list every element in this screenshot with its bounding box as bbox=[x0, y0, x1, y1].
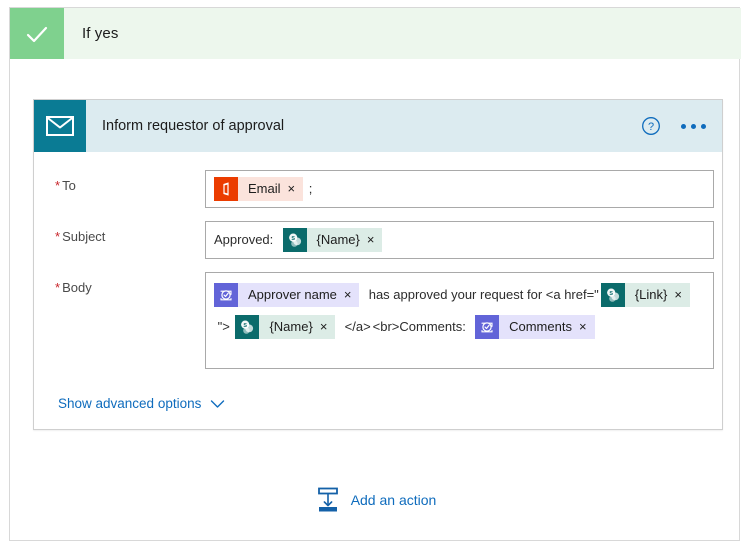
token-name[interactable]: S {Name} × bbox=[282, 228, 383, 252]
body-text-1: has approved your request for <a href=" bbox=[361, 287, 599, 302]
ellipsis-dot bbox=[681, 123, 686, 129]
help-circle-icon[interactable]: ? bbox=[641, 116, 661, 136]
token-comments[interactable]: Comments × bbox=[475, 315, 595, 339]
to-input[interactable]: Email × ; bbox=[205, 170, 714, 208]
action-card-header[interactable]: Inform requestor of approval ? bbox=[34, 100, 722, 152]
ellipsis-dot bbox=[691, 123, 696, 129]
subject-input[interactable]: Approved: S {Name} × bbox=[205, 221, 714, 259]
token-comments-label: Comments bbox=[509, 319, 572, 334]
svg-text:?: ? bbox=[648, 121, 654, 133]
field-row-body: * Body Approver name × has approved your… bbox=[34, 272, 722, 369]
envelope-icon bbox=[34, 100, 86, 152]
token-name-body-remove[interactable]: × bbox=[320, 315, 336, 339]
sharepoint-icon: S bbox=[600, 283, 625, 307]
insert-action-icon bbox=[317, 487, 338, 512]
svg-text:S: S bbox=[291, 236, 295, 242]
sharepoint-icon: S bbox=[282, 228, 307, 252]
token-name-body[interactable]: S {Name} × bbox=[235, 315, 336, 339]
if-yes-scope-container: If yes Inform requestor of approval ? * … bbox=[9, 7, 741, 541]
checkmark-icon bbox=[10, 8, 64, 59]
token-link-label: {Link} bbox=[634, 287, 668, 302]
token-comments-remove[interactable]: × bbox=[579, 315, 595, 339]
required-marker: * bbox=[55, 229, 61, 244]
to-trailing-text: ; bbox=[305, 181, 313, 196]
token-email-remove[interactable]: × bbox=[288, 177, 304, 201]
body-text-2: "> bbox=[214, 319, 234, 334]
token-name-remove[interactable]: × bbox=[367, 228, 383, 252]
field-row-subject: * Subject Approved: S {Name} × bbox=[34, 221, 722, 259]
field-label-body: * Body bbox=[55, 272, 205, 295]
body-input[interactable]: Approver name × has approved your reques… bbox=[205, 272, 714, 369]
body-text-4: <br>Comments: bbox=[372, 319, 474, 334]
field-label-to-text: To bbox=[62, 178, 76, 193]
field-label-body-text: Body bbox=[62, 280, 92, 295]
if-yes-header[interactable]: If yes bbox=[10, 8, 741, 59]
show-advanced-options-row[interactable]: Show advanced options bbox=[34, 382, 722, 429]
body-text-3: </a> bbox=[337, 319, 371, 334]
token-email[interactable]: Email × bbox=[214, 177, 304, 201]
token-email-label: Email bbox=[248, 181, 281, 196]
office365-outlook-icon bbox=[214, 177, 238, 201]
approvals-icon bbox=[475, 315, 500, 339]
action-card: Inform requestor of approval ? * To Emai… bbox=[33, 99, 723, 430]
sharepoint-icon: S bbox=[235, 315, 260, 339]
subject-leading-text: Approved: bbox=[214, 232, 281, 247]
field-label-subject-text: Subject bbox=[62, 229, 106, 244]
token-name-label: {Name} bbox=[316, 232, 360, 247]
token-link[interactable]: S {Link} × bbox=[600, 283, 690, 307]
required-marker: * bbox=[55, 280, 61, 295]
field-row-to: * To Email × ; bbox=[34, 170, 722, 208]
add-an-action-label: Add an action bbox=[350, 492, 437, 508]
add-an-action-button[interactable]: Add an action bbox=[10, 486, 741, 514]
svg-text:S: S bbox=[244, 323, 248, 329]
show-advanced-options-link[interactable]: Show advanced options bbox=[58, 396, 201, 411]
ellipsis-icon[interactable] bbox=[679, 120, 708, 133]
action-card-body: * To Email × ; * Subject Approved: S {Na… bbox=[34, 152, 722, 429]
token-approver-name-remove[interactable]: × bbox=[344, 283, 360, 307]
field-label-to: * To bbox=[55, 170, 205, 193]
svg-text:S: S bbox=[609, 291, 613, 297]
action-card-title: Inform requestor of approval bbox=[102, 118, 285, 134]
ellipsis-dot bbox=[701, 123, 706, 129]
scope-title: If yes bbox=[82, 25, 119, 42]
chevron-down-icon[interactable] bbox=[210, 399, 225, 409]
approvals-icon bbox=[214, 283, 238, 307]
field-label-subject: * Subject bbox=[55, 221, 205, 244]
required-marker: * bbox=[55, 178, 61, 193]
token-approver-name-label: Approver name bbox=[248, 287, 337, 302]
action-card-header-actions: ? bbox=[641, 100, 708, 152]
token-link-remove[interactable]: × bbox=[674, 283, 690, 307]
token-name-body-label: {Name} bbox=[269, 319, 313, 334]
token-approver-name[interactable]: Approver name × bbox=[214, 283, 360, 307]
